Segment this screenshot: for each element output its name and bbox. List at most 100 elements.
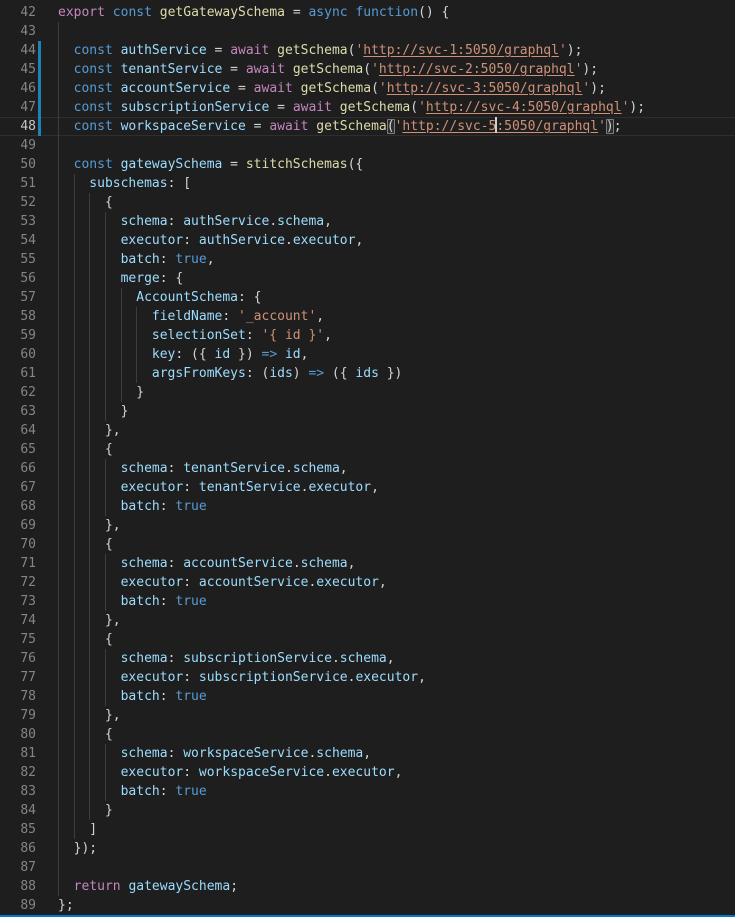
code-text[interactable]: {: [58, 535, 113, 554]
code-text[interactable]: {: [58, 630, 113, 649]
code-line[interactable]: 89};: [0, 896, 735, 915]
code-text[interactable]: },: [58, 421, 121, 440]
line-number[interactable]: 87: [0, 858, 36, 877]
line-number[interactable]: 60: [0, 345, 36, 364]
code-line[interactable]: 67 executor: tenantService.executor,: [0, 478, 735, 497]
code-text[interactable]: {: [58, 725, 113, 744]
code-line[interactable]: 86});: [0, 839, 735, 858]
code-line[interactable]: 57AccountSchema: {: [0, 288, 735, 307]
line-number[interactable]: 73: [0, 592, 36, 611]
code-line[interactable]: 79},: [0, 706, 735, 725]
code-text[interactable]: schema: accountService.schema,: [58, 554, 355, 573]
code-text[interactable]: executor: subscriptionService.executor,: [58, 668, 426, 687]
line-number[interactable]: 84: [0, 801, 36, 820]
code-text[interactable]: });: [58, 839, 97, 858]
line-number[interactable]: 78: [0, 687, 36, 706]
code-text[interactable]: },: [58, 611, 121, 630]
code-line[interactable]: 61 argsFromKeys: (ids) => ({ ids }): [0, 364, 735, 383]
code-text[interactable]: const gatewaySchema = stitchSchemas({: [58, 155, 363, 174]
code-line[interactable]: 84}: [0, 801, 735, 820]
code-line[interactable]: 78 batch: true: [0, 687, 735, 706]
code-line[interactable]: 66schema: tenantService.schema,: [0, 459, 735, 478]
code-line[interactable]: 63}: [0, 402, 735, 421]
line-number[interactable]: 67: [0, 478, 36, 497]
code-text[interactable]: const tenantService = await getSchema('h…: [58, 60, 598, 79]
line-number[interactable]: 88: [0, 877, 36, 896]
code-text[interactable]: batch: true: [58, 687, 207, 706]
code-line[interactable]: 62}: [0, 383, 735, 402]
code-text[interactable]: executor: tenantService.executor,: [58, 478, 379, 497]
line-number[interactable]: 72: [0, 573, 36, 592]
line-number[interactable]: 50: [0, 155, 36, 174]
line-number[interactable]: 53: [0, 212, 36, 231]
line-number[interactable]: 42: [0, 3, 36, 22]
line-number[interactable]: 65: [0, 440, 36, 459]
code-line[interactable]: 88return gatewaySchema;: [0, 877, 735, 896]
code-line[interactable]: 43: [0, 22, 735, 41]
code-text[interactable]: schema: workspaceService.schema,: [58, 744, 371, 763]
code-text[interactable]: },: [58, 706, 121, 725]
code-text[interactable]: subschemas: [: [58, 174, 191, 193]
code-line[interactable]: 65 {: [0, 440, 735, 459]
line-number[interactable]: 61: [0, 364, 36, 383]
code-text[interactable]: batch: true: [58, 497, 207, 516]
code-text[interactable]: schema: subscriptionService.schema,: [58, 649, 395, 668]
code-line[interactable]: 69},: [0, 516, 735, 535]
code-text[interactable]: {: [58, 440, 113, 459]
code-line[interactable]: 83 batch: true: [0, 782, 735, 801]
line-number[interactable]: 59: [0, 326, 36, 345]
line-number[interactable]: 66: [0, 459, 36, 478]
line-number[interactable]: 51: [0, 174, 36, 193]
code-line[interactable]: 82executor: workspaceService.executor,: [0, 763, 735, 782]
code-line[interactable]: 42 export const getGatewaySchema = async …: [0, 3, 735, 22]
code-text[interactable]: batch: true: [58, 592, 207, 611]
code-line[interactable]: 60key: ({ id }) => id,: [0, 345, 735, 364]
line-number[interactable]: 57: [0, 288, 36, 307]
line-number[interactable]: 56: [0, 269, 36, 288]
code-line[interactable]: 49: [0, 136, 735, 155]
code-text[interactable]: },: [58, 516, 121, 535]
code-text[interactable]: const workspaceService = await getSchema…: [58, 117, 622, 136]
code-text[interactable]: }: [58, 402, 128, 421]
code-text[interactable]: schema: authService.schema,: [58, 212, 332, 231]
code-text[interactable]: const subscriptionService = await getSch…: [58, 98, 645, 117]
code-line[interactable]: 85]: [0, 820, 735, 839]
line-number[interactable]: 62: [0, 383, 36, 402]
line-number[interactable]: 80: [0, 725, 36, 744]
code-line[interactable]: 72executor: accountService.executor,: [0, 573, 735, 592]
line-number[interactable]: 48: [0, 117, 36, 136]
line-number[interactable]: 82: [0, 763, 36, 782]
code-line[interactable]: 76schema: subscriptionService.schema,: [0, 649, 735, 668]
code-line[interactable]: 53 schema: authService.schema,: [0, 212, 735, 231]
line-number[interactable]: 85: [0, 820, 36, 839]
line-number[interactable]: 89: [0, 896, 36, 915]
line-number[interactable]: 69: [0, 516, 36, 535]
code-text[interactable]: };: [58, 896, 74, 915]
code-line[interactable]: 80 {: [0, 725, 735, 744]
code-text[interactable]: fieldName: '_account',: [58, 307, 324, 326]
line-number[interactable]: 45: [0, 60, 36, 79]
code-text[interactable]: const accountService = await getSchema('…: [58, 79, 606, 98]
code-line[interactable]: 74},: [0, 611, 735, 630]
code-text[interactable]: batch: true,: [58, 250, 215, 269]
code-line[interactable]: 73 batch: true: [0, 592, 735, 611]
code-line[interactable]: 50 const gatewaySchema = stitchSchemas({: [0, 155, 735, 174]
code-line[interactable]: 77executor: subscriptionService.executor…: [0, 668, 735, 687]
code-text[interactable]: executor: authService.executor,: [58, 231, 363, 250]
code-line[interactable]: 54executor: authService.executor,: [0, 231, 735, 250]
line-number[interactable]: 83: [0, 782, 36, 801]
code-text[interactable]: batch: true: [58, 782, 207, 801]
editor[interactable]: 42 export const getGatewaySchema = async …: [0, 0, 735, 917]
code-line[interactable]: 75 {: [0, 630, 735, 649]
code-line[interactable]: 56merge: {: [0, 269, 735, 288]
line-number[interactable]: 43: [0, 22, 36, 41]
code-line[interactable]: 55batch: true,: [0, 250, 735, 269]
code-text[interactable]: ]: [58, 820, 97, 839]
code-text[interactable]: argsFromKeys: (ids) => ({ ids }): [58, 364, 402, 383]
line-number[interactable]: 86: [0, 839, 36, 858]
line-number[interactable]: 49: [0, 136, 36, 155]
line-number[interactable]: 75: [0, 630, 36, 649]
code-area[interactable]: 42 export const getGatewaySchema = async …: [0, 3, 735, 915]
code-line[interactable]: 51 subschemas: [: [0, 174, 735, 193]
code-text[interactable]: export const getGatewaySchema = async fu…: [58, 3, 449, 22]
